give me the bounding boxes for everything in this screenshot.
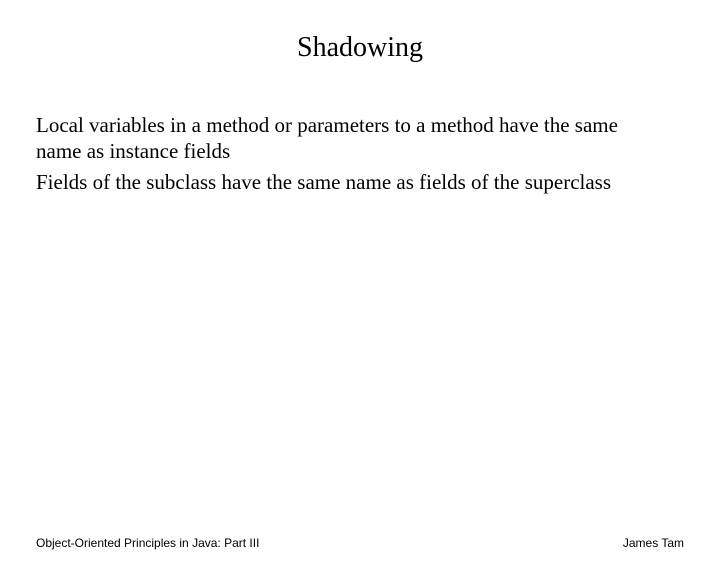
paragraph-2: Fields of the subclass have the same nam… [36, 169, 660, 195]
slide-title: Shadowing [0, 32, 720, 64]
paragraph-1: Local variables in a method or parameter… [36, 112, 660, 165]
footer-left-text: Object-Oriented Principles in Java: Part… [36, 536, 259, 550]
slide-footer: Object-Oriented Principles in Java: Part… [0, 536, 720, 550]
slide-content: Local variables in a method or parameter… [0, 112, 720, 195]
footer-right-text: James Tam [623, 536, 684, 550]
slide-container: Shadowing Local variables in a method or… [0, 32, 720, 572]
